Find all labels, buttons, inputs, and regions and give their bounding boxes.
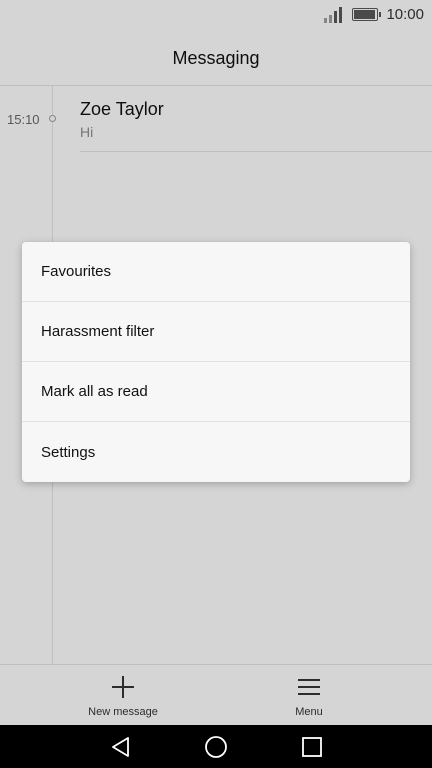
options-popup-menu: Favourites Harassment filter Mark all as… <box>22 242 410 482</box>
home-button[interactable] <box>204 735 228 759</box>
menu-item-label: Mark all as read <box>41 383 148 400</box>
menu-item-settings[interactable]: Settings <box>22 422 410 482</box>
back-button[interactable] <box>109 735 133 759</box>
back-icon <box>112 737 129 757</box>
menu-item-label: Settings <box>41 443 96 461</box>
recents-button[interactable] <box>300 735 324 759</box>
menu-item-mark-all-as-read[interactable]: Mark all as read <box>22 362 410 422</box>
menu-item-label: Favourites <box>41 263 112 280</box>
menu-item-harassment-filter[interactable]: Harassment filter <box>22 302 410 362</box>
menu-item-favourites[interactable]: Favourites <box>22 242 410 302</box>
recents-icon <box>302 737 322 757</box>
menu-item-label: Harassment filter <box>41 323 155 340</box>
home-icon <box>205 736 227 758</box>
system-nav-bar <box>0 725 432 768</box>
